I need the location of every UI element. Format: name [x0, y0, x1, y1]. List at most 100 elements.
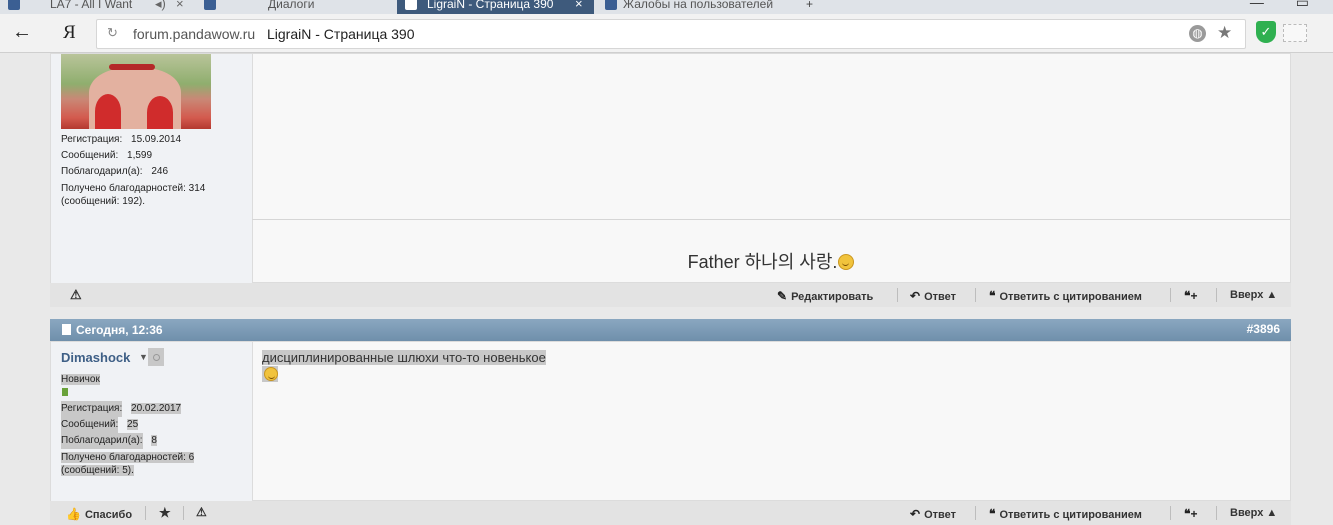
- quote-reply-button[interactable]: ❝ Ответить с цитированием: [989, 507, 1142, 521]
- thumbs-up-icon: 👍: [66, 507, 81, 521]
- stat-label: Поблагодарил(а):: [61, 433, 143, 449]
- multiquote-plus-icon: ❝+: [1184, 507, 1198, 521]
- divider: [1170, 506, 1171, 520]
- post-action-bar: ⚠ ✎ Редактировать ↶ Ответ ❝ Ответить с цити…: [50, 283, 1291, 307]
- quote-reply-button[interactable]: ❝ Ответить с цитированием: [989, 289, 1142, 303]
- tab-la7[interactable]: LA7 - All I Want ◂) ×: [0, 0, 195, 14]
- divider: [975, 506, 976, 520]
- post-message: дисциплинированные шлюхи что-то новенько…: [262, 350, 546, 365]
- reply-button[interactable]: ↶ Ответ: [910, 507, 956, 521]
- reply-button[interactable]: ↶ Ответ: [910, 289, 956, 303]
- divider: [183, 506, 184, 520]
- tab-label: LA7 - All I Want: [50, 0, 133, 11]
- smiley-icon: [264, 367, 278, 381]
- stat-row: Поблагодарил(а): 246: [61, 164, 205, 180]
- thanks-line: (сообщений: 192).: [61, 196, 146, 207]
- thanks-stat: Получено благодарностей: 314 (сообщений:…: [61, 182, 205, 208]
- user-menu-caret-icon[interactable]: ▼: [139, 352, 148, 362]
- user-rank: Новичок: [61, 374, 100, 385]
- reply-label: Ответ: [924, 291, 956, 303]
- thanks-stat: Получено благодарностей: 6 (сообщений: 5…: [61, 451, 195, 477]
- extension-icon[interactable]: [1283, 24, 1307, 42]
- signature-text: Father 하나의 사랑.: [687, 252, 838, 272]
- post-content: Father 하나의 사랑.: [252, 54, 1290, 283]
- divider: [1170, 288, 1171, 302]
- tab-label: LigraiN - Страница 390: [427, 0, 554, 11]
- reply-arrow-icon: ↶: [910, 507, 921, 521]
- report-warning-icon[interactable]: ⚠: [70, 287, 82, 303]
- favorite-star-icon[interactable]: ★: [159, 505, 171, 521]
- stat-value: 20.02.2017: [131, 403, 182, 414]
- tab-label: Диалоги: [268, 0, 315, 11]
- multiquote-plus-icon: ❝+: [1184, 289, 1198, 303]
- tab-active-ligrain[interactable]: LigraiN - Страница 390 ×: [397, 0, 594, 14]
- divider: [897, 288, 898, 302]
- thanks-line: Получено благодарностей: 6: [61, 452, 195, 463]
- url-field[interactable]: ↻ forum.pandawow.ru LigraiN - Страница 3…: [96, 19, 1246, 49]
- smile2: [262, 366, 278, 382]
- bookmark-star-icon[interactable]: ★: [1217, 23, 1232, 43]
- reply-label: Ответ: [924, 509, 956, 521]
- thanks-line: (сообщений: 5).: [61, 465, 134, 476]
- stat-row: Поблагодарил(а): 8: [61, 433, 194, 449]
- username-link[interactable]: Dimashock: [61, 350, 130, 365]
- stat-row: Регистрация: 20.02.2017: [61, 401, 194, 417]
- post-date: Сегодня, 12:36: [76, 323, 163, 337]
- tab-label: Жалобы на пользователей: [623, 0, 774, 11]
- quote-label: Ответить с цитированием: [999, 509, 1142, 521]
- tab-complaints[interactable]: Жалобы на пользователей: [597, 0, 793, 14]
- divider: [975, 288, 976, 302]
- top-link[interactable]: Вверх ▲: [1230, 507, 1277, 519]
- edit-button[interactable]: ✎ Редактировать: [777, 289, 873, 303]
- pencil-icon: ✎: [777, 289, 788, 303]
- top-link[interactable]: Вверх ▲: [1230, 289, 1277, 301]
- stat-value: 8: [151, 435, 157, 446]
- yandex-logo[interactable]: Я: [63, 22, 76, 44]
- report-warning-icon[interactable]: ⚠: [196, 505, 207, 519]
- avatar[interactable]: [61, 54, 211, 129]
- menu-icon[interactable]: ⋮: [1328, 24, 1333, 41]
- post-action-bar: 👍 Спасибо ★ ⚠ ↶ Ответ ❝ Ответить с цитирова…: [50, 501, 1291, 525]
- stat-label: Регистрация:: [61, 134, 123, 145]
- url-text[interactable]: forum.pandawow.ru: [133, 26, 255, 42]
- tab-favicon-icon: [605, 0, 617, 10]
- online-status-icon: [148, 348, 164, 366]
- stat-value: 246: [151, 166, 169, 177]
- stat-row: Сообщений: 1,599: [61, 148, 205, 164]
- thanks-button[interactable]: 👍 Спасибо: [66, 507, 132, 521]
- tab-dialogs[interactable]: Диалоги: [196, 0, 396, 14]
- stat-label: Сообщений:: [61, 150, 119, 161]
- new-tab-icon[interactable]: +: [806, 0, 813, 14]
- page-title-text: LigraiN - Страница 390: [267, 26, 415, 42]
- window-controls[interactable]: — ▭: [1250, 0, 1323, 11]
- stat-label: Сообщений:: [61, 417, 119, 433]
- reputation-bar: [62, 388, 68, 396]
- close-tab-icon[interactable]: ×: [575, 0, 583, 14]
- signature-divider: [252, 219, 1290, 220]
- stat-label: Регистрация:: [61, 401, 123, 417]
- tab-favicon-icon: [204, 0, 216, 10]
- stat-value: 15.09.2014: [131, 134, 182, 145]
- translate-globe-icon[interactable]: ◍: [1189, 25, 1206, 42]
- tab-favicon-icon: [8, 0, 20, 10]
- user-info-panel: Регистрация: 15.09.2014 Сообщений: 1,599…: [51, 54, 253, 283]
- stat-value: 25: [127, 419, 139, 430]
- multiquote-button[interactable]: ❝+: [1184, 507, 1201, 521]
- forum-post: Dimashock ▼ Новичок Регистрация: 20.02.2…: [50, 341, 1291, 501]
- close-tab-icon[interactable]: ×: [176, 0, 184, 14]
- stat-row: Сообщений: 25: [61, 417, 194, 433]
- post-header: Сегодня, 12:36 #3896: [50, 319, 1291, 341]
- user-stats: Регистрация: 15.09.2014 Сообщений: 1,599…: [61, 132, 205, 208]
- user-info-panel: Dimashock ▼ Новичок Регистрация: 20.02.2…: [51, 342, 253, 501]
- protect-shield-icon[interactable]: ✓: [1256, 21, 1276, 43]
- thanks-label: Спасибо: [84, 509, 133, 521]
- quote-icon: ❝: [989, 507, 996, 521]
- stat-label: Поблагодарил(а):: [61, 166, 143, 177]
- tab-strip: LA7 - All I Want ◂) × Диалоги LigraiN - …: [0, 0, 1333, 14]
- multiquote-button[interactable]: ❝+: [1184, 289, 1201, 303]
- post-content: дисциплинированные шлюхи что-то новенько…: [252, 342, 1290, 501]
- back-arrow-icon[interactable]: ←: [12, 21, 32, 43]
- post-number-link[interactable]: #3896: [1247, 322, 1280, 336]
- stat-row: Регистрация: 15.09.2014: [61, 132, 205, 148]
- reload-icon[interactable]: ↻: [107, 25, 118, 41]
